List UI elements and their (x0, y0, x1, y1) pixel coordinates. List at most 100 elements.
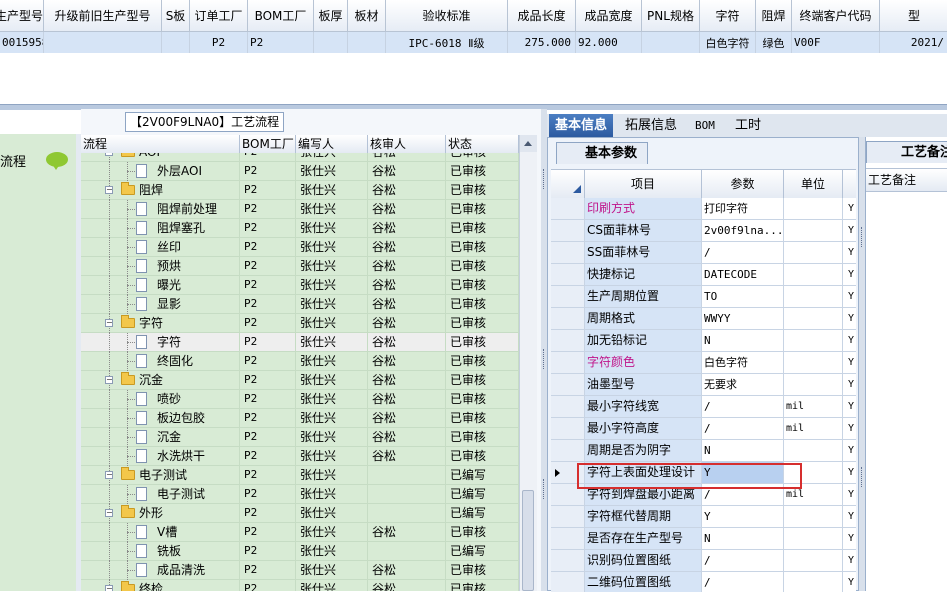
collapse-toggle-icon[interactable]: − (105, 509, 113, 517)
param-value[interactable]: 无要求 (702, 374, 784, 395)
grid-header-cell[interactable]: 阻焊 (756, 0, 792, 32)
tree-node[interactable]: − 电子测试 (81, 466, 240, 485)
order-grid-selected-row[interactable]: 00159589 P2P2 IPC-6018 Ⅱ级275.00092.000 白色字符… (0, 32, 947, 53)
grid-header-cell[interactable]: 板材 (348, 0, 386, 32)
tree-node[interactable]: − AOI (81, 153, 240, 162)
collapse-toggle-icon[interactable]: − (105, 153, 113, 156)
tree-row[interactable]: 曝光 P2 张仕兴 谷松 已审核 (81, 276, 519, 295)
tree-row[interactable]: 外层AOI P2 张仕兴 谷松 已审核 (81, 162, 519, 181)
tree-node[interactable]: − 沉金 (81, 371, 240, 390)
grid-header-cell[interactable]: 字符 (700, 0, 756, 32)
process-nav-label[interactable]: 流程 (0, 151, 26, 170)
tab-extended-info[interactable]: 拓展信息 (619, 114, 683, 137)
tree-row[interactable]: − 阻焊 P2 张仕兴 谷松 已审核 (81, 181, 519, 200)
param-value[interactable]: 打印字符 (702, 198, 784, 219)
grid-header-cell[interactable]: 型 (880, 0, 947, 32)
tree-row[interactable]: 水洗烘干 P2 张仕兴 谷松 已审核 (81, 447, 519, 466)
params-grid[interactable]: 印刷方式 打印字符 Y CS面菲林号 2v00f9lna... Y SS面菲林号 / Y 快捷标记… (551, 198, 856, 592)
process-tree[interactable]: −AOIP2张仕兴谷松已审核外层AOIP2张仕兴谷松已审核−阻焊P2张仕兴谷松已… (81, 153, 519, 591)
tab-process-notes[interactable]: 工艺备注 (866, 141, 947, 163)
param-row[interactable]: CS面菲林号 2v00f9lna... Y (551, 220, 856, 242)
param-value[interactable]: / (702, 396, 784, 417)
tree-row[interactable]: 终固化 P2 张仕兴 谷松 已审核 (81, 352, 519, 371)
tree-row[interactable]: − 沉金 P2 张仕兴 谷松 已审核 (81, 371, 519, 390)
param-row[interactable]: 周期格式 WWYY Y (551, 308, 856, 330)
param-value[interactable]: / (702, 550, 784, 571)
grid-header-cell[interactable]: 升级前旧生产型号 (44, 0, 162, 32)
param-value[interactable]: N (702, 440, 784, 461)
collapse-toggle-icon[interactable]: − (105, 471, 113, 479)
scroll-thumb[interactable] (522, 490, 534, 591)
collapse-toggle-icon[interactable]: − (105, 319, 113, 327)
grid-header-cell[interactable]: 板厚 (314, 0, 348, 32)
tree-node[interactable]: 显影 (81, 295, 240, 314)
tree-row[interactable]: − 字符 P2 张仕兴 谷松 已审核 (81, 314, 519, 333)
param-value[interactable]: Y (702, 506, 784, 527)
grid-header-cell[interactable]: 终端客户代码 (792, 0, 880, 32)
tree-header-cell[interactable]: 编写人 (296, 135, 368, 153)
tree-row[interactable]: 显影 P2 张仕兴 谷松 已审核 (81, 295, 519, 314)
tree-row[interactable]: 沉金 P2 张仕兴 谷松 已审核 (81, 428, 519, 447)
tree-node[interactable]: V槽 (81, 523, 240, 542)
param-value[interactable]: / (702, 418, 784, 439)
tree-node[interactable]: 喷砂 (81, 390, 240, 409)
param-row[interactable]: 最小字符高度 / mil Y (551, 418, 856, 440)
tab-basic-params[interactable]: 基本参数 (556, 142, 648, 164)
grid-header-cell[interactable]: 生产型号 (0, 0, 44, 32)
param-row[interactable]: SS面菲林号 / Y (551, 242, 856, 264)
grid-header-cell[interactable]: 成品长度 (508, 0, 576, 32)
collapse-toggle-icon[interactable]: − (105, 585, 113, 591)
param-value[interactable]: N (702, 330, 784, 351)
param-row[interactable]: 油墨型号 无要求 Y (551, 374, 856, 396)
grid-header-cell[interactable]: 验收标准 (386, 0, 508, 32)
tree-node[interactable]: 铣板 (81, 542, 240, 561)
param-value[interactable]: DATECODE (702, 264, 784, 285)
tree-row[interactable]: 丝印 P2 张仕兴 谷松 已审核 (81, 238, 519, 257)
tree-row[interactable]: 字符 P2 张仕兴 谷松 已审核 (81, 333, 519, 352)
chat-bubble-icon[interactable] (46, 152, 68, 170)
tree-node[interactable]: 水洗烘干 (81, 447, 240, 466)
tree-row[interactable]: 电子测试 P2 张仕兴 已编写 (81, 485, 519, 504)
tree-row[interactable]: 铣板 P2 张仕兴 已编写 (81, 542, 519, 561)
param-value[interactable]: WWYY (702, 308, 784, 329)
param-row[interactable]: 字符颜色 白色字符 Y (551, 352, 856, 374)
tree-row[interactable]: 成品清洗 P2 张仕兴 谷松 已审核 (81, 561, 519, 580)
param-value[interactable]: / (702, 572, 784, 592)
process-tree-scrollbar[interactable] (519, 135, 537, 591)
param-value[interactable]: TO (702, 286, 784, 307)
param-row[interactable]: 印刷方式 打印字符 Y (551, 198, 856, 220)
param-value[interactable]: / (702, 242, 784, 263)
param-row[interactable]: 识别码位置图纸 / Y (551, 550, 856, 572)
param-row[interactable]: 加无铅标记 N Y (551, 330, 856, 352)
param-row[interactable]: 二维码位置图纸 / Y (551, 572, 856, 592)
param-row[interactable]: 生产周期位置 TO Y (551, 286, 856, 308)
tree-node[interactable]: 沉金 (81, 428, 240, 447)
tab-work-hours[interactable]: 工时 (729, 114, 767, 137)
param-row[interactable]: 快捷标记 DATECODE Y (551, 264, 856, 286)
tree-row[interactable]: 喷砂 P2 张仕兴 谷松 已审核 (81, 390, 519, 409)
param-row[interactable]: 周期是否为阴字 N Y (551, 440, 856, 462)
grid-header-cell[interactable]: PNL规格 (642, 0, 700, 32)
grid-header-cell[interactable]: S板 (162, 0, 190, 32)
tree-node[interactable]: 字符 (81, 333, 240, 352)
tree-header-cell[interactable]: 核审人 (368, 135, 446, 153)
tree-row[interactable]: − AOI P2张仕兴谷松已审核 (81, 153, 519, 162)
tree-row[interactable]: V槽 P2 张仕兴 谷松 已审核 (81, 523, 519, 542)
param-row[interactable]: 最小字符线宽 / mil Y (551, 396, 856, 418)
params-header-cell[interactable]: 单位 (784, 170, 843, 198)
tree-node[interactable]: − 阻焊 (81, 181, 240, 200)
param-value[interactable]: 白色字符 (702, 352, 784, 373)
tree-node[interactable]: 成品清洗 (81, 561, 240, 580)
tree-header-cell[interactable]: 状态 (446, 135, 519, 153)
tree-node[interactable]: 阻焊前处理 (81, 200, 240, 219)
tab-basic-info[interactable]: 基本信息 (549, 114, 614, 137)
tree-node[interactable]: 阻焊塞孔 (81, 219, 240, 238)
collapse-toggle-icon[interactable]: − (105, 186, 113, 194)
tree-header-cell[interactable]: 流程 (81, 135, 240, 153)
tree-node[interactable]: 终固化 (81, 352, 240, 371)
tree-node[interactable]: 电子测试 (81, 485, 240, 504)
tree-row[interactable]: − 电子测试 P2 张仕兴 已编写 (81, 466, 519, 485)
grid-header-cell[interactable]: 成品宽度 (576, 0, 642, 32)
tree-node[interactable]: 板边包胶 (81, 409, 240, 428)
tree-node[interactable]: 曝光 (81, 276, 240, 295)
